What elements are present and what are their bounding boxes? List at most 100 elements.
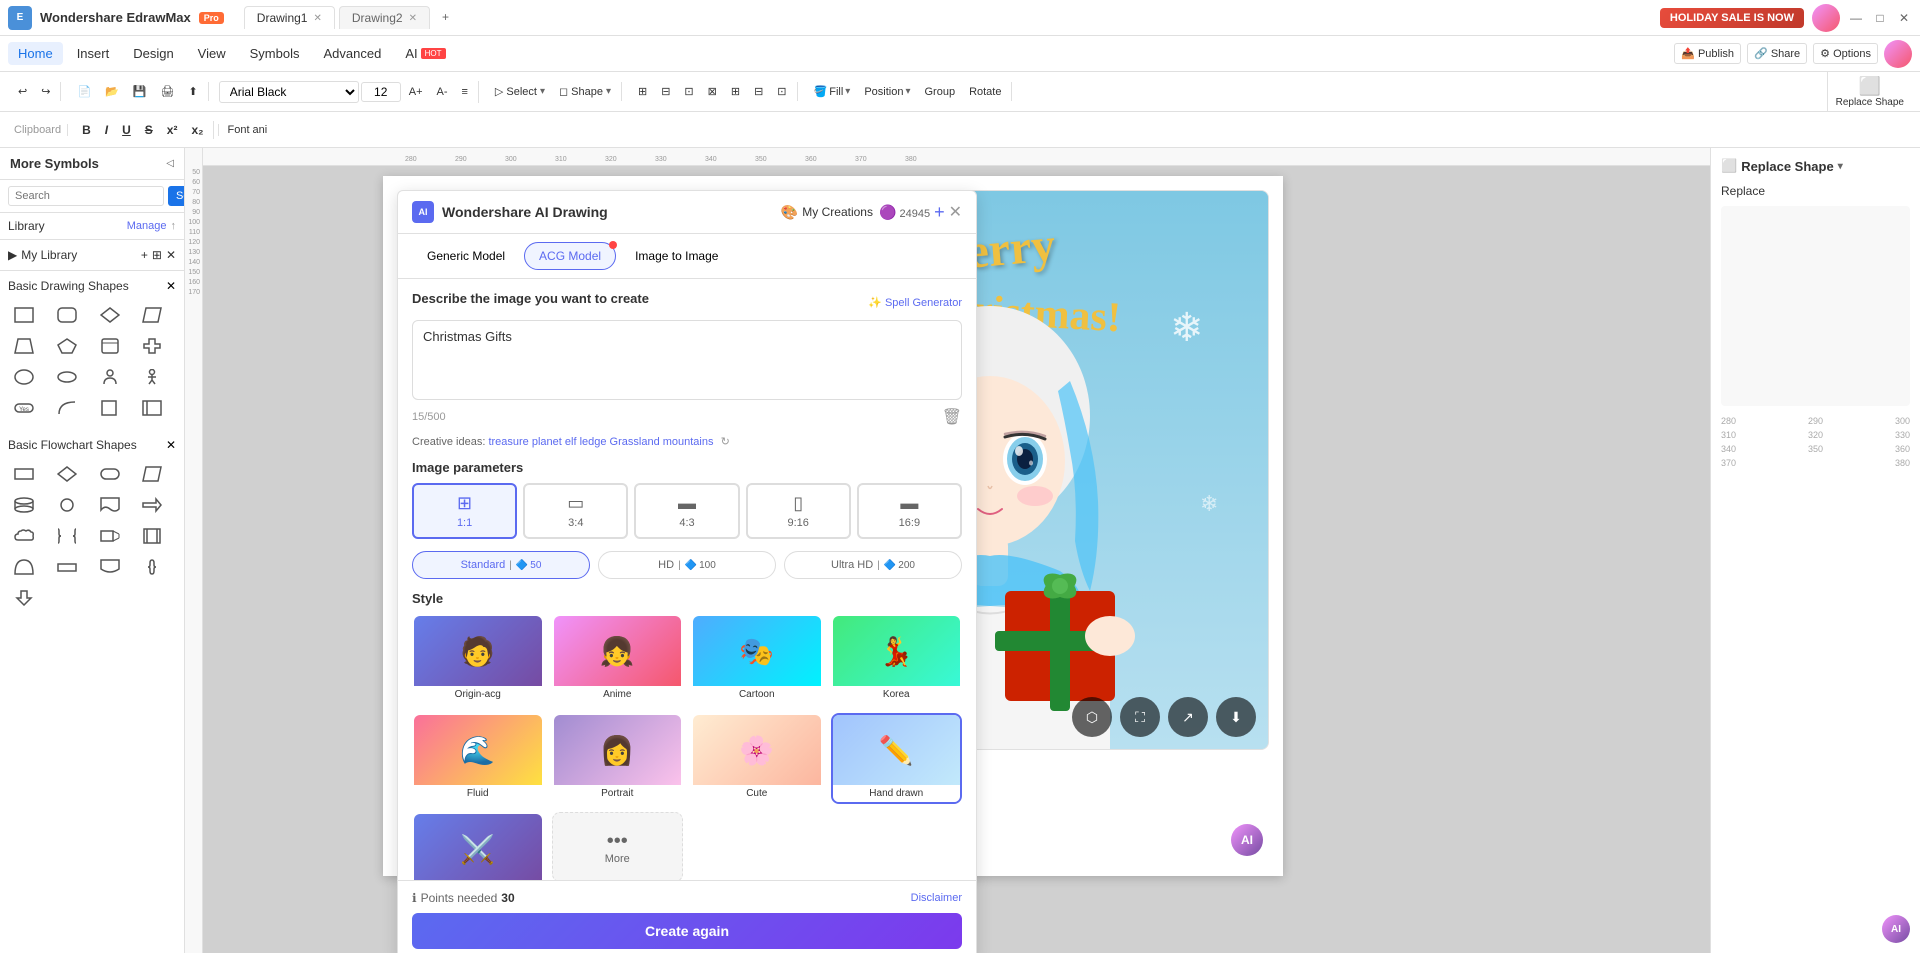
- font-family-select[interactable]: Arial Black: [219, 81, 359, 103]
- flowchart-cloud[interactable]: [8, 522, 40, 550]
- flowchart-arrow-down[interactable]: [8, 584, 40, 612]
- spell-generator-button[interactable]: ✨ Spell Generator: [868, 296, 962, 309]
- shape-yes-label[interactable]: Yes: [8, 394, 40, 422]
- ratio-1-1[interactable]: ⊞ 1:1: [412, 483, 517, 539]
- flowchart-document[interactable]: [94, 491, 126, 519]
- shape-button[interactable]: ◻ Shape ▾: [553, 82, 617, 101]
- ratio-9-16[interactable]: ▯ 9:16: [746, 483, 851, 539]
- flowchart-data[interactable]: [136, 460, 168, 488]
- symbols-search-button[interactable]: Search: [168, 186, 185, 206]
- tab-acg-model[interactable]: ACG Model: [524, 242, 616, 270]
- flowchart-database[interactable]: [8, 491, 40, 519]
- minimize-button[interactable]: —: [1848, 10, 1864, 26]
- quality-standard[interactable]: Standard | 🔷 50: [412, 551, 590, 579]
- manage-library-button[interactable]: Manage: [127, 220, 167, 232]
- idea-elf-ledge[interactable]: elf ledge: [565, 436, 607, 448]
- decrease-font-button[interactable]: A-: [431, 83, 454, 101]
- style-cute[interactable]: 🌸 Cute: [691, 713, 823, 804]
- shape-notched-rect[interactable]: [136, 394, 168, 422]
- more-styles-button[interactable]: ••• More: [552, 812, 684, 880]
- my-creations-button[interactable]: 🎨 My Creations: [781, 204, 873, 221]
- shape-cylinder-top[interactable]: [94, 332, 126, 360]
- flowchart-arrow-right[interactable]: [136, 491, 168, 519]
- export-button[interactable]: ⬆: [183, 82, 204, 101]
- group-button[interactable]: Group: [918, 83, 961, 101]
- shape-rounded-rect[interactable]: [51, 301, 83, 329]
- shape-square[interactable]: [94, 394, 126, 422]
- shape-actor[interactable]: [136, 363, 168, 391]
- redo-button[interactable]: ↪: [35, 82, 56, 101]
- close-window-button[interactable]: ✕: [1896, 10, 1912, 26]
- select-button[interactable]: ▷ Select ▾: [489, 82, 551, 101]
- ratio-16-9[interactable]: ▬ 16:9: [857, 483, 962, 539]
- basic-drawing-shapes-header[interactable]: Basic Drawing Shapes ✕: [0, 275, 184, 297]
- align6-button[interactable]: ⊟: [748, 82, 769, 101]
- strikethrough-button[interactable]: S: [139, 121, 159, 139]
- tab-drawing1-close[interactable]: ✕: [313, 13, 321, 24]
- close-flowchart-shapes-icon[interactable]: ✕: [166, 438, 176, 452]
- style-origin-acg[interactable]: 🧑 Origin-acg: [412, 614, 544, 705]
- share-button[interactable]: 🔗 Share: [1747, 43, 1807, 64]
- superscript-button[interactable]: x²: [161, 121, 184, 139]
- shape-rect[interactable]: [8, 301, 40, 329]
- menu-ai[interactable]: AI HOT: [395, 42, 455, 65]
- regenerate-button[interactable]: ⬡: [1072, 697, 1112, 737]
- close-library-icon[interactable]: ✕: [166, 248, 176, 262]
- print-button[interactable]: 🖨: [155, 82, 181, 101]
- flowchart-process[interactable]: [8, 460, 40, 488]
- flowchart-semicircle[interactable]: [8, 553, 40, 581]
- expand-button[interactable]: ⛶: [1120, 697, 1160, 737]
- flowchart-curly-brace[interactable]: [136, 553, 168, 581]
- align5-button[interactable]: ⊞: [725, 82, 746, 101]
- flowchart-custom1[interactable]: [94, 522, 126, 550]
- italic-button[interactable]: I: [99, 121, 114, 139]
- style-portrait[interactable]: 👩 Portrait: [552, 713, 684, 804]
- library-sort-icon[interactable]: ↑: [171, 220, 177, 232]
- style-xianxia[interactable]: ⚔️ Xianxia: [412, 812, 544, 880]
- flowchart-decision[interactable]: [51, 460, 83, 488]
- remove-library-icon[interactable]: ⊞: [152, 248, 162, 262]
- canvas-viewport[interactable]: AI Wondershare AI Drawing 🎨 My Creations…: [203, 166, 1710, 953]
- align-center-button[interactable]: ⊟: [655, 82, 676, 101]
- flowchart-custom2[interactable]: [136, 522, 168, 550]
- align-button[interactable]: ≡: [456, 83, 474, 101]
- collapse-symbols-icon[interactable]: ◁: [166, 158, 174, 169]
- flowchart-connector[interactable]: [51, 491, 83, 519]
- distribute-button[interactable]: ⊠: [702, 82, 723, 101]
- fill-button[interactable]: 🪣 Fill ▾: [808, 82, 857, 101]
- disclaimer-link[interactable]: Disclaimer: [911, 892, 962, 904]
- holiday-sale-button[interactable]: HOLIDAY SALE IS NOW: [1660, 8, 1804, 28]
- tab-image-to-image[interactable]: Image to Image: [620, 242, 733, 270]
- my-library-item[interactable]: ▶ My Library + ⊞ ✕: [8, 244, 176, 266]
- symbols-search-input[interactable]: [8, 186, 164, 206]
- create-again-button[interactable]: Create again: [412, 913, 962, 949]
- shape-person[interactable]: [94, 363, 126, 391]
- close-ai-panel-button[interactable]: ✕: [949, 202, 962, 222]
- menu-symbols[interactable]: Symbols: [240, 42, 310, 65]
- close-drawing-shapes-icon[interactable]: ✕: [166, 279, 176, 293]
- rotate-button[interactable]: Rotate: [963, 83, 1007, 101]
- underline-button[interactable]: U: [116, 121, 137, 139]
- align-right-button[interactable]: ⊡: [678, 82, 699, 101]
- ratio-4-3[interactable]: ▬ 4:3: [634, 483, 739, 539]
- menu-design[interactable]: Design: [123, 42, 183, 65]
- user-menu-avatar[interactable]: [1884, 40, 1912, 68]
- shape-pentagon[interactable]: [51, 332, 83, 360]
- user-avatar[interactable]: [1812, 4, 1840, 32]
- shape-trapezoid[interactable]: [8, 332, 40, 360]
- align7-button[interactable]: ⊡: [771, 82, 792, 101]
- save-button[interactable]: 💾: [127, 82, 153, 101]
- style-cartoon[interactable]: 🎭 Cartoon: [691, 614, 823, 705]
- style-korea[interactable]: 💃 Korea: [831, 614, 963, 705]
- flowchart-small-rect[interactable]: [51, 553, 83, 581]
- menu-advanced[interactable]: Advanced: [313, 42, 391, 65]
- ratio-3-4[interactable]: ▭ 3:4: [523, 483, 628, 539]
- shape-rounded-corner[interactable]: [51, 394, 83, 422]
- menu-view[interactable]: View: [188, 42, 236, 65]
- flowchart-brace[interactable]: [51, 522, 83, 550]
- style-fluid[interactable]: 🌊 Fluid: [412, 713, 544, 804]
- bold-button[interactable]: B: [76, 121, 97, 139]
- add-creation-button[interactable]: +: [934, 202, 945, 223]
- flowchart-rounded-bottom[interactable]: [94, 553, 126, 581]
- undo-button[interactable]: ↩: [12, 82, 33, 101]
